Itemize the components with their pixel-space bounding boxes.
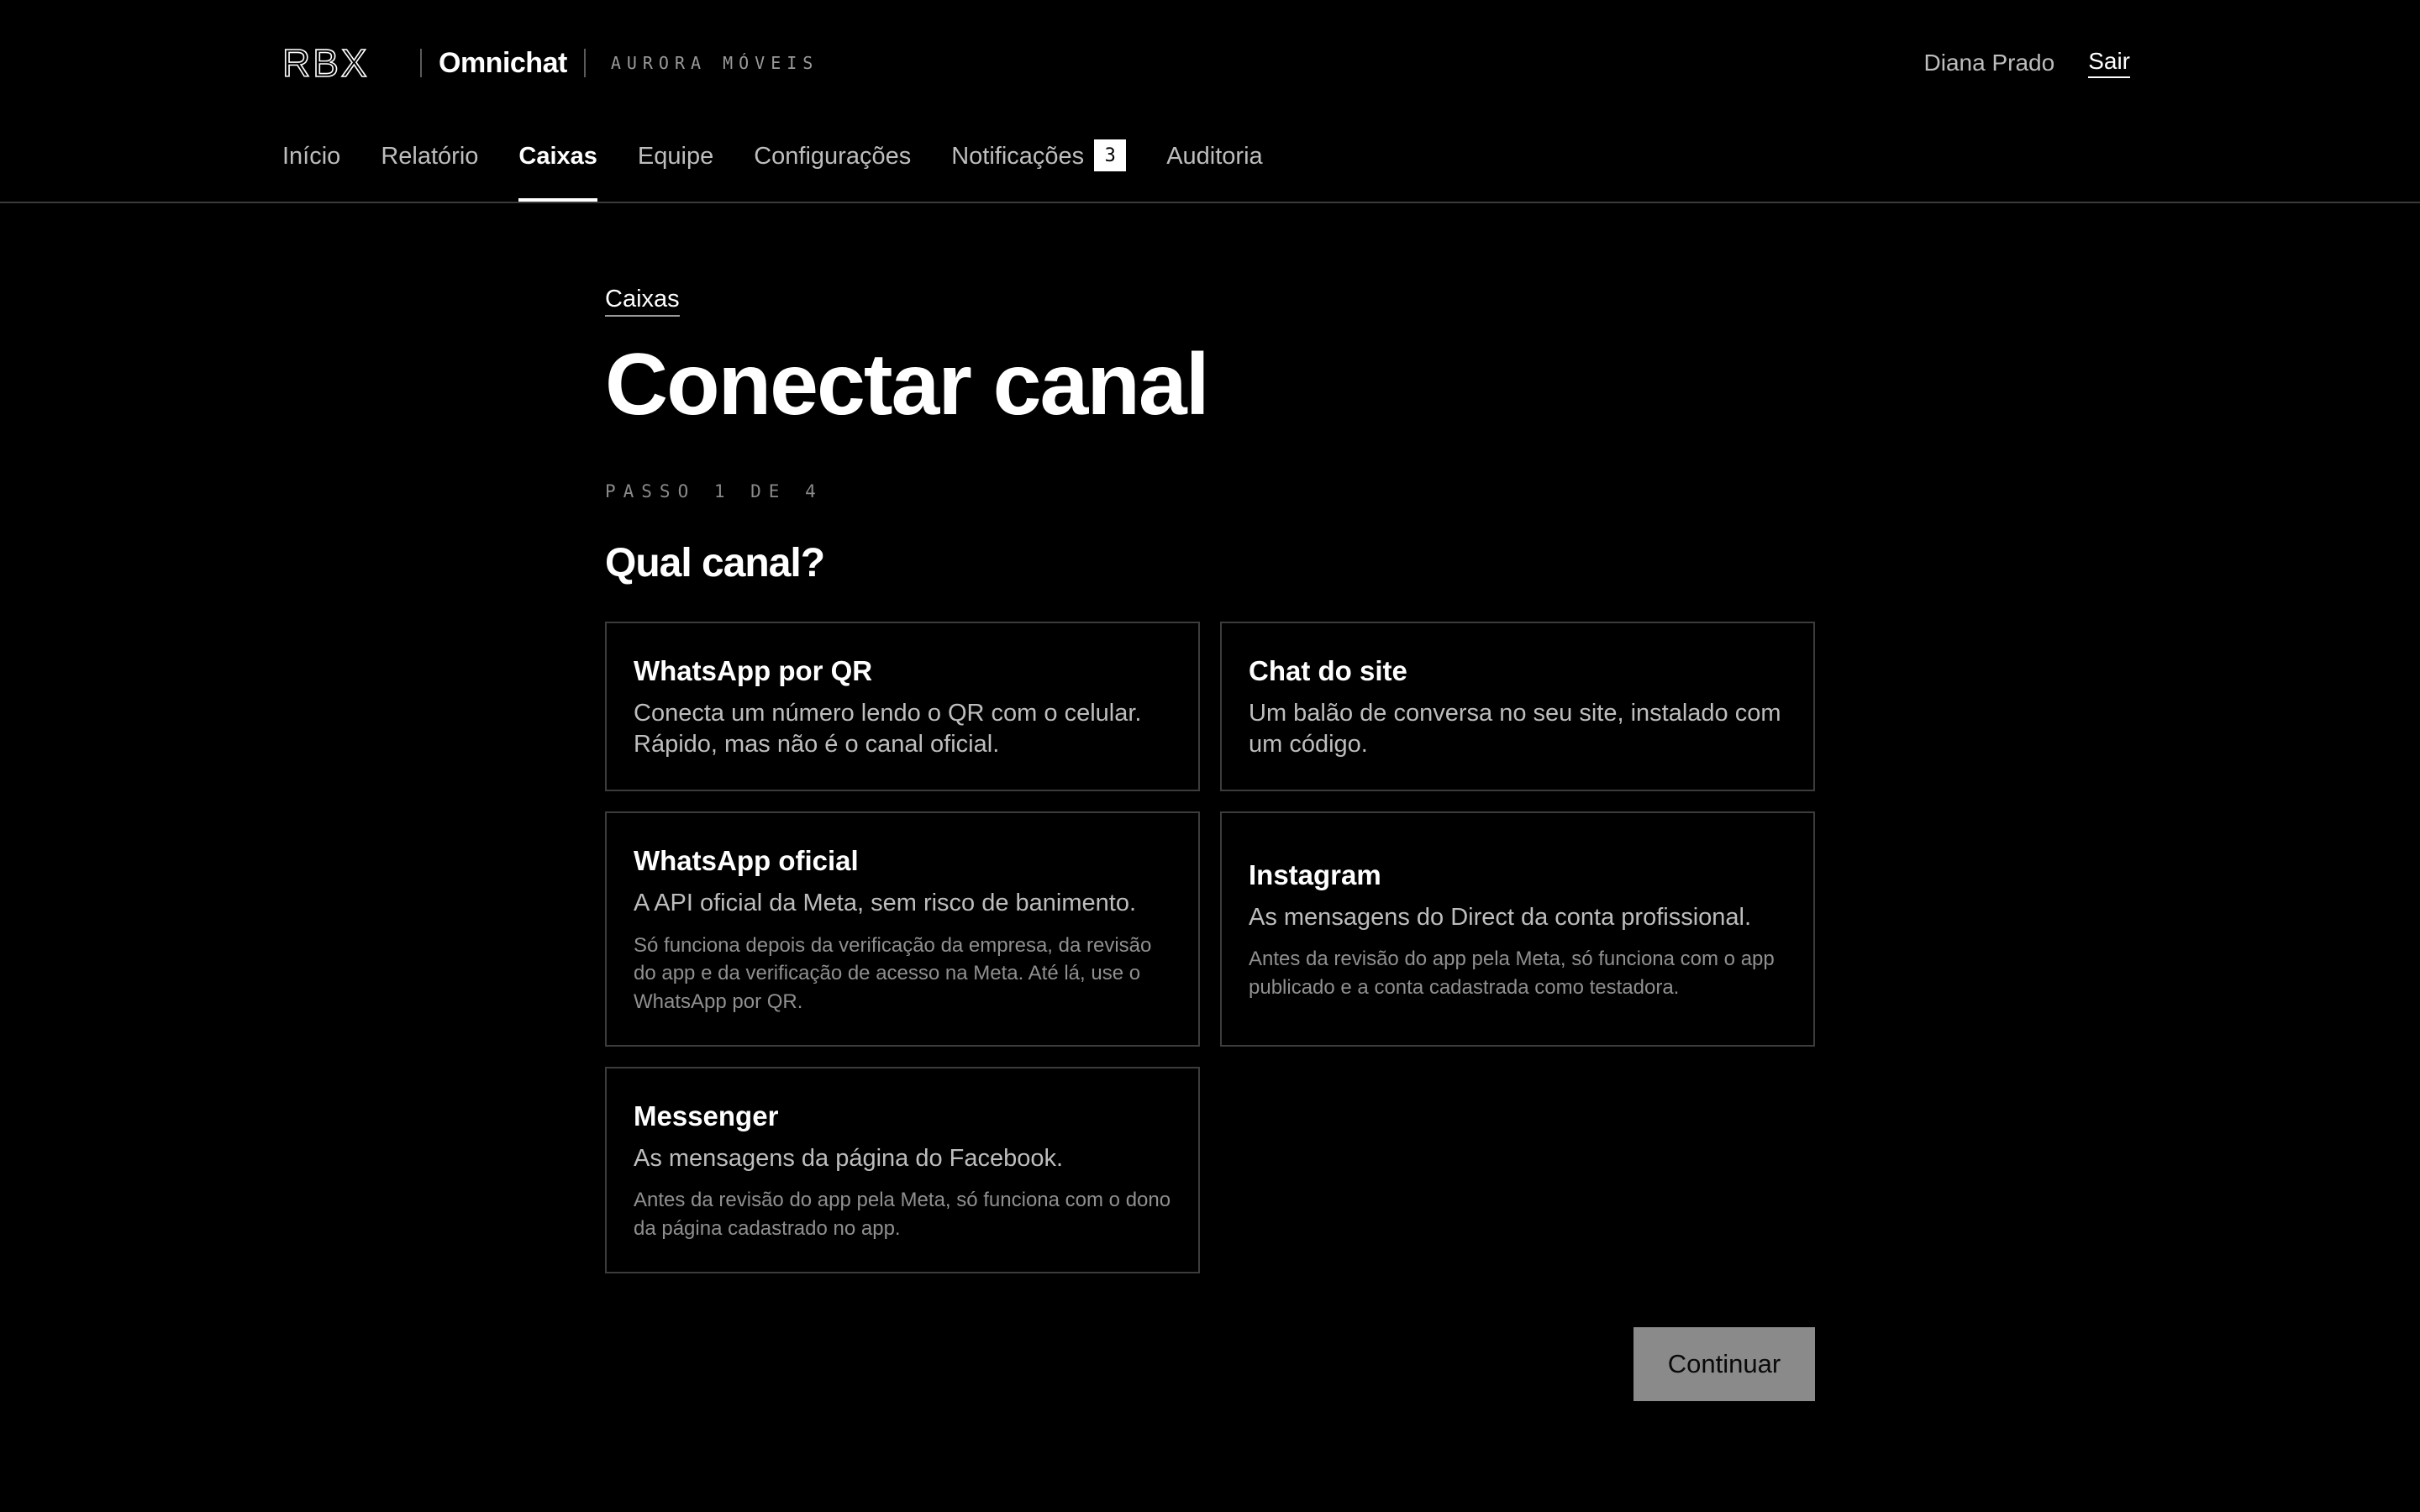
channel-option-messenger[interactable]: Messenger As mensagens da página do Face… bbox=[605, 1067, 1200, 1274]
nav-item-auditoria[interactable]: Auditoria bbox=[1166, 143, 1262, 202]
channel-description: Conecta um número lendo o QR com o celul… bbox=[634, 699, 1142, 759]
channel-option-site-chat[interactable]: Chat do site Um balão de conversa no seu… bbox=[1220, 622, 1815, 792]
nav-item-configuracoes[interactable]: Configurações bbox=[754, 143, 911, 202]
channel-note: Antes da revisão do app pela Meta, só fu… bbox=[1249, 948, 1775, 1000]
form-actions: Continuar bbox=[605, 1327, 1815, 1402]
channel-title: Instagram bbox=[1249, 859, 1381, 891]
user-area: Diana Prado Sair bbox=[1924, 48, 2130, 78]
channel-question: Qual canal? bbox=[605, 541, 825, 586]
channel-description: As mensagens do Direct da conta profissi… bbox=[1249, 903, 1752, 931]
channel-description: Um balão de conversa no seu site, instal… bbox=[1249, 699, 1781, 759]
nav-item-label: Configurações bbox=[754, 143, 912, 170]
brand: RBX Omnichat AURORA MÓVEIS bbox=[282, 46, 818, 80]
tenant-divider bbox=[583, 49, 586, 77]
continue-button[interactable]: Continuar bbox=[1634, 1327, 1815, 1402]
rbx-logo: RBX bbox=[282, 46, 370, 80]
tenant-name: AURORA MÓVEIS bbox=[610, 53, 819, 73]
nav-item-label: Caixas bbox=[518, 143, 597, 170]
breadcrumb-caixas[interactable]: Caixas bbox=[605, 286, 680, 317]
main-nav: Início Relatório Caixas Equipe Configura… bbox=[282, 139, 1263, 202]
channel-option-instagram[interactable]: Instagram As mensagens do Direct da cont… bbox=[1220, 811, 1815, 1047]
channel-description: As mensagens da página do Facebook. bbox=[634, 1144, 1064, 1172]
nav-divider bbox=[0, 202, 2420, 203]
nav-item-caixas[interactable]: Caixas bbox=[518, 143, 597, 202]
channel-option-whatsapp-official[interactable]: WhatsApp oficial A API oficial da Meta, … bbox=[605, 811, 1200, 1047]
product-name: Omnichat bbox=[439, 46, 567, 79]
top-bar: RBX Omnichat AURORA MÓVEIS Diana Prado S… bbox=[282, 44, 2130, 82]
page-title: Conectar canal bbox=[605, 336, 1210, 433]
nav-item-inicio[interactable]: Início bbox=[282, 143, 340, 202]
connect-channel-page: Caixas Conectar canal PASSO 1 DE 4 Qual … bbox=[605, 286, 1815, 1402]
nav-item-label: Equipe bbox=[637, 143, 714, 170]
channel-title: Messenger bbox=[634, 1100, 779, 1132]
channel-title: Chat do site bbox=[1249, 654, 1407, 686]
nav-item-label: Início bbox=[282, 143, 341, 170]
channel-description: A API oficial da Meta, sem risco de bani… bbox=[634, 889, 1137, 916]
channel-title: WhatsApp por QR bbox=[634, 654, 873, 686]
logout-link[interactable]: Sair bbox=[2088, 48, 2130, 78]
notification-count-badge: 3 bbox=[1094, 139, 1127, 171]
channel-note: Só funciona depois da verificação da emp… bbox=[634, 933, 1152, 1013]
channel-option-whatsapp-qr[interactable]: WhatsApp por QR Conecta um número lendo … bbox=[605, 622, 1200, 792]
nav-item-relatorio[interactable]: Relatório bbox=[381, 143, 478, 202]
user-name: Diana Prado bbox=[1923, 50, 2055, 76]
channel-options: WhatsApp por QR Conecta um número lendo … bbox=[605, 622, 1815, 1274]
nav-item-equipe[interactable]: Equipe bbox=[638, 143, 713, 202]
step-indicator: PASSO 1 DE 4 bbox=[605, 481, 823, 502]
nav-item-label: Relatório bbox=[381, 143, 479, 170]
nav-item-notificacoes[interactable]: Notificações 3 bbox=[951, 139, 1127, 202]
svg-text:RBX: RBX bbox=[282, 46, 370, 80]
channel-title: WhatsApp oficial bbox=[634, 845, 859, 877]
channel-note: Antes da revisão do app pela Meta, só fu… bbox=[634, 1189, 1171, 1241]
nav-item-label: Auditoria bbox=[1166, 143, 1263, 170]
nav-item-label: Notificações bbox=[951, 143, 1085, 170]
brand-divider bbox=[420, 49, 422, 77]
